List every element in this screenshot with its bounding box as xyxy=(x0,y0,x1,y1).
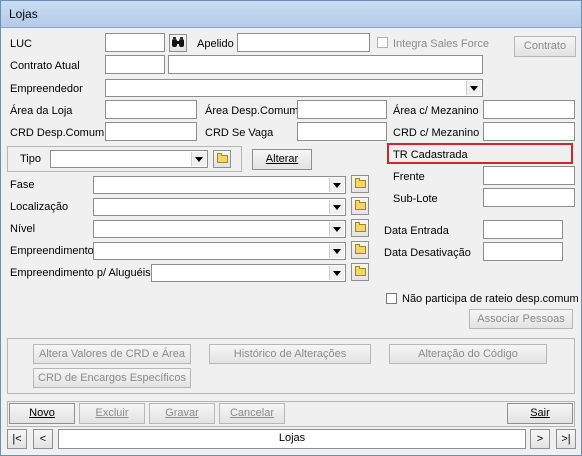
nao-participa-checkbox[interactable] xyxy=(386,293,397,304)
empreendimento-alugueis-select[interactable] xyxy=(151,264,346,282)
crd-desp-comum-input[interactable] xyxy=(105,122,197,141)
apelido-input[interactable] xyxy=(237,33,370,52)
chevron-down-icon xyxy=(329,222,344,236)
folder-icon xyxy=(355,200,366,210)
nivel-label: Nível xyxy=(10,223,36,235)
luc-label: LUC xyxy=(10,38,33,50)
sair-label: Sair xyxy=(530,407,550,419)
tr-cadastrada-label: TR Cadastrada xyxy=(393,149,468,161)
area-desp-comum-label: Área Desp.Comum xyxy=(205,105,299,117)
folder-icon xyxy=(355,266,366,276)
empreendedor-select[interactable] xyxy=(105,79,483,97)
tipo-folder-button[interactable] xyxy=(213,150,231,168)
data-desativacao-input[interactable] xyxy=(483,242,563,261)
nav-prev-button[interactable]: < xyxy=(33,429,53,449)
localizacao-label: Localização xyxy=(10,201,69,213)
crd-se-vaga-input[interactable] xyxy=(297,122,387,141)
nivel-folder-button[interactable] xyxy=(351,219,369,237)
sub-lote-label: Sub-Lote xyxy=(393,193,438,205)
tipo-select[interactable] xyxy=(50,150,208,168)
integra-sales-force-label: Integra Sales Force xyxy=(393,38,489,50)
empreendimento-label: Empreendimento xyxy=(10,245,94,257)
frente-input[interactable] xyxy=(483,166,575,185)
window-title: Lojas xyxy=(9,7,38,21)
excluir-label: Excluir xyxy=(95,407,129,419)
empreendimento-folder-button[interactable] xyxy=(351,241,369,259)
chevron-down-icon xyxy=(329,244,344,258)
contrato-button[interactable]: Contrato xyxy=(514,36,576,57)
excluir-button[interactable]: Excluir xyxy=(79,403,145,424)
localizacao-folder-button[interactable] xyxy=(351,197,369,215)
sub-lote-input[interactable] xyxy=(483,188,575,207)
integra-sales-force-checkbox[interactable] xyxy=(377,37,388,48)
folder-icon xyxy=(355,222,366,232)
fase-folder-button[interactable] xyxy=(351,175,369,193)
data-entrada-label: Data Entrada xyxy=(384,225,449,237)
frente-label: Frente xyxy=(393,171,425,183)
data-desativacao-label: Data Desativação xyxy=(384,247,471,259)
alterar-label: Alterar xyxy=(265,153,299,165)
binoculars-icon xyxy=(172,37,184,47)
gravar-button[interactable]: Gravar xyxy=(149,403,215,424)
novo-button[interactable]: Novo xyxy=(9,403,75,424)
nivel-select[interactable] xyxy=(93,220,346,238)
data-entrada-input[interactable] xyxy=(483,220,563,239)
crd-se-vaga-label: CRD Se Vaga xyxy=(205,127,274,139)
localizacao-select[interactable] xyxy=(93,198,346,216)
title-bar: Lojas xyxy=(1,1,581,28)
empreendedor-label: Empreendedor xyxy=(10,83,83,95)
folder-icon xyxy=(217,153,228,163)
luc-input[interactable] xyxy=(105,33,165,52)
chevron-down-icon xyxy=(329,266,344,280)
historico-alteracoes-button[interactable]: Histórico de Alterações xyxy=(209,344,371,364)
cancelar-button[interactable]: Cancelar xyxy=(219,403,285,424)
chevron-down-icon xyxy=(329,178,344,192)
tipo-label: Tipo xyxy=(20,153,41,165)
lojas-window: Lojas LUC Apelido Integra Sales Force Co… xyxy=(0,0,582,456)
contrato-atual-label: Contrato Atual xyxy=(10,60,80,72)
chevron-down-icon xyxy=(329,200,344,214)
nao-participa-label: Não participa de rateio desp.comum xyxy=(402,293,579,305)
fase-select[interactable] xyxy=(93,176,346,194)
associar-pessoas-button[interactable]: Associar Pessoas xyxy=(469,309,573,329)
crd-encargos-button[interactable]: CRD de Encargos Específicos xyxy=(33,368,191,388)
nav-next-button[interactable]: > xyxy=(530,429,550,449)
chevron-down-icon xyxy=(191,152,206,166)
novo-label: Novo xyxy=(29,407,55,419)
contrato-atual-desc-input[interactable] xyxy=(168,55,483,74)
folder-icon xyxy=(355,178,366,188)
cancelar-label: Cancelar xyxy=(229,407,275,419)
empreendimento-alugueis-folder-button[interactable] xyxy=(351,263,369,281)
nav-last-button[interactable]: >| xyxy=(556,429,576,449)
chevron-down-icon xyxy=(466,81,481,95)
contrato-atual-code-input[interactable] xyxy=(105,55,165,74)
area-desp-comum-input[interactable] xyxy=(297,100,387,119)
apelido-label: Apelido xyxy=(197,38,234,50)
empreendimento-select[interactable] xyxy=(93,242,346,260)
nav-first-button[interactable]: |< xyxy=(7,429,27,449)
area-mezanino-input[interactable] xyxy=(483,100,575,119)
crd-desp-comum-label: CRD Desp.Comum xyxy=(10,127,105,139)
empreendimento-alugueis-label: Empreendimento p/ Aluguéis xyxy=(10,267,151,279)
area-loja-input[interactable] xyxy=(105,100,197,119)
altera-valores-button[interactable]: Altera Valores de CRD e Área xyxy=(33,344,191,364)
alterar-button[interactable]: Alterar xyxy=(252,149,312,170)
area-loja-label: Área da Loja xyxy=(10,105,73,117)
folder-icon xyxy=(355,244,366,254)
sair-button[interactable]: Sair xyxy=(507,403,573,424)
area-mezanino-label: Área c/ Mezanino xyxy=(393,105,479,117)
record-indicator: Lojas xyxy=(58,429,526,449)
gravar-label: Gravar xyxy=(165,407,199,419)
fase-label: Fase xyxy=(10,179,35,191)
crd-mezanino-label: CRD c/ Mezanino xyxy=(393,127,480,139)
binoculars-search-button[interactable] xyxy=(169,34,187,52)
crd-mezanino-input[interactable] xyxy=(483,122,575,141)
alteracao-codigo-button[interactable]: Alteração do Código xyxy=(389,344,547,364)
